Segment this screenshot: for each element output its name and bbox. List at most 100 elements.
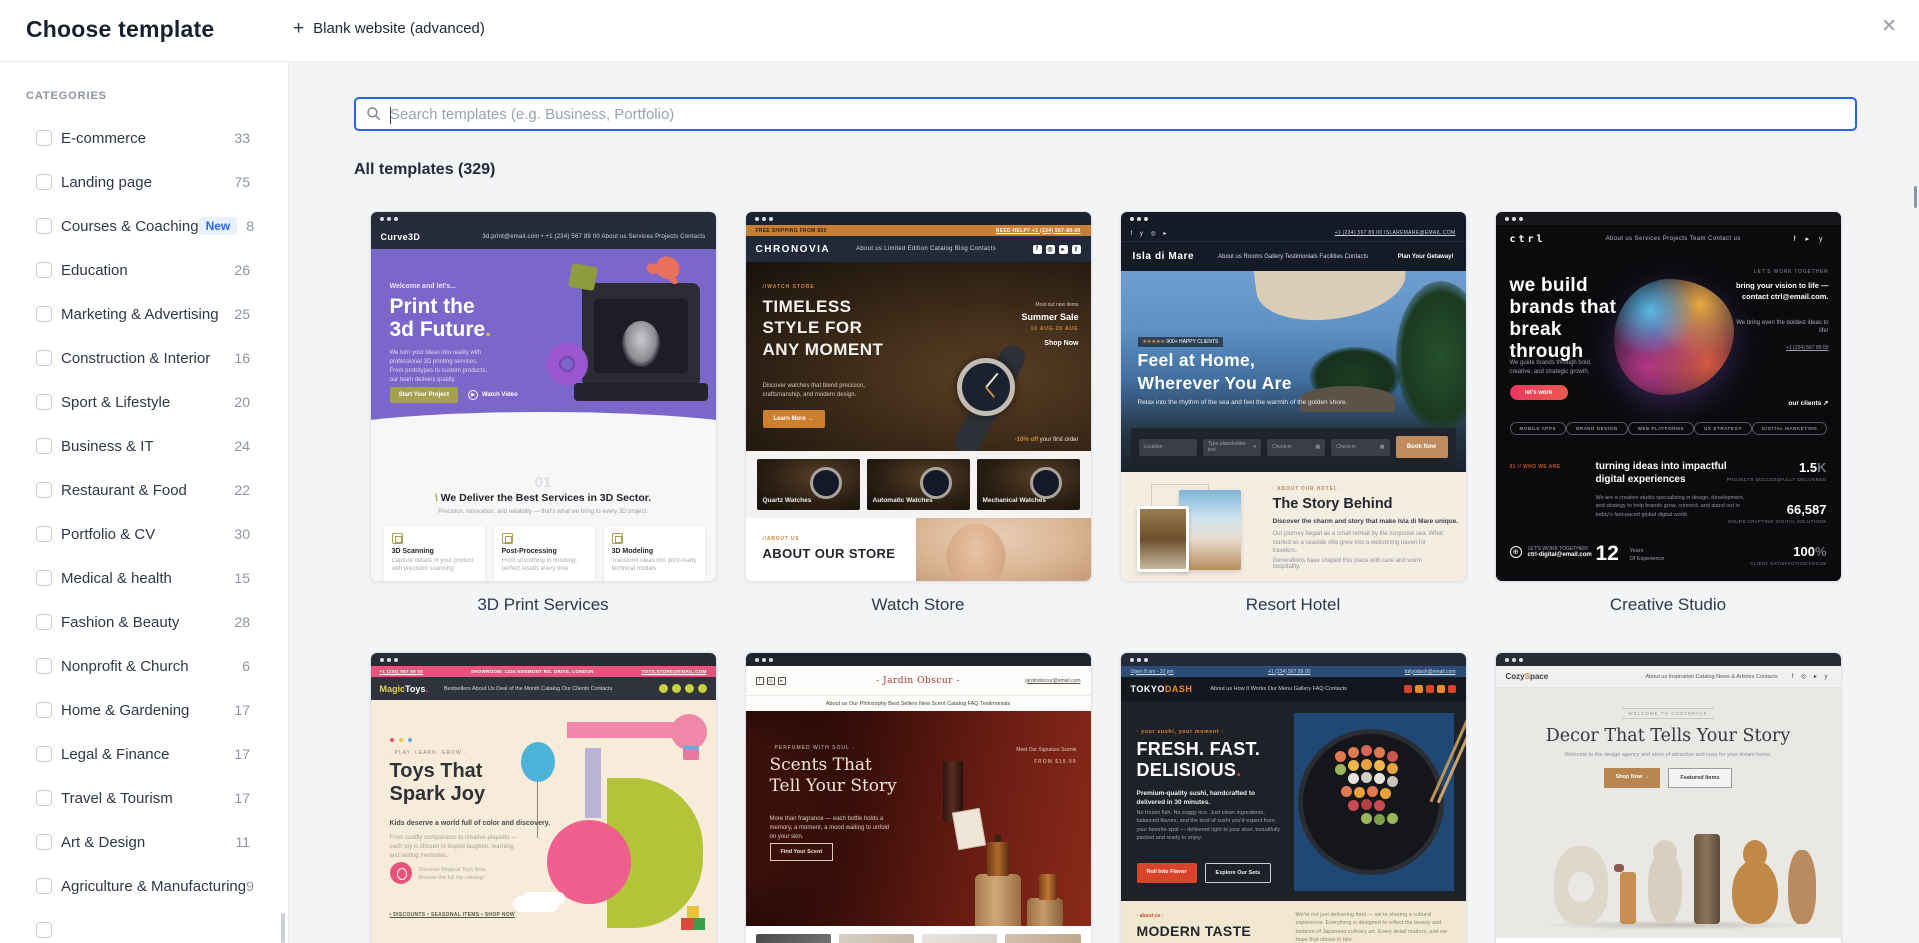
template-card-magictoys[interactable]: +1 (234) 567 89 00 SHOWROOM: 1234 KENMONT… [369,652,717,943]
category-item-landing-page[interactable]: Landing page 75 [0,160,288,204]
category-item-restaurant-food[interactable]: Restaurant & Food 22 [0,468,288,512]
template-card-tokyodash[interactable]: Open 8 am - 10 pm +1 (234) 567 89 00 tokyo… [1119,652,1467,943]
window-dots-icon [1504,216,1523,221]
checkbox[interactable] [36,218,52,234]
checkbox[interactable] [36,658,52,674]
play-icon: ▶ [467,390,478,400]
template-title: Creative Studio [1609,595,1727,614]
category-count: 9 [246,878,254,894]
checkbox[interactable] [36,746,52,762]
blank-website-button[interactable]: + Blank website (advanced) [293,19,485,38]
checkbox[interactable] [36,394,52,410]
calendar-icon: ▦ [1379,444,1385,450]
site-logo: ctrl [1509,233,1546,245]
checkbox[interactable] [36,526,52,542]
search-input[interactable] [390,105,1845,123]
category-item-partial[interactable] [0,908,288,943]
hero-button: Find Your Scent [769,843,834,861]
sushi-platter-graphic [1297,729,1444,875]
template-thumbnail[interactable]: CozySpace About us Inspiration Catalog N… [1494,652,1842,943]
page-scrollbar-thumb[interactable] [1914,186,1917,208]
balloon-graphic [520,742,555,838]
category-item-courses-coaching[interactable]: Courses & Coaching New 8 [0,204,288,248]
chevron-down-icon: ▾ [1253,444,1256,450]
checkbox[interactable] [36,834,52,850]
category-item-sport-lifestyle[interactable]: Sport & Lifestyle 20 [0,380,288,424]
blank-website-label: Blank website (advanced) [313,20,485,37]
bottle-graphic [1038,874,1057,900]
browser-bar [370,653,716,666]
category-item-home-gardening[interactable]: Home & Gardening 17 [0,688,288,732]
site-nav: About us Limited Edition Catalog Blog Co… [856,246,996,252]
checkbox[interactable] [36,878,52,894]
template-card-cozyspace[interactable]: CozySpace About us Inspiration Catalog N… [1494,652,1842,943]
booking-bar: Location Type placeholder text ▾ Check-in… [1130,428,1456,466]
checkbox[interactable] [36,702,52,718]
category-item-business-it[interactable]: Business & IT 24 [0,424,288,468]
checkbox[interactable] [36,614,52,630]
category-item-fashion-beauty[interactable]: Fashion & Beauty 28 [0,600,288,644]
template-card-3d-print-services[interactable]: Curve3D 3d.print@email.com • +1 (234) 56… [369,211,717,615]
hero-button: Roll Into Flavor [1136,863,1197,883]
categories-heading: CATEGORIES [26,90,107,102]
social-icons [1403,685,1456,693]
category-item-legal-finance[interactable]: Legal & Finance 17 [0,732,288,776]
sidebar-scrollbar-thumb[interactable] [281,913,285,943]
template-card-creative-studio[interactable]: ctrl About us Services Projects Team Con… [1494,211,1842,615]
browser-bar [370,212,716,225]
checkbox[interactable] [36,350,52,366]
site-nav: About us Our Philosophy Best Sellers New… [745,696,1091,711]
checkbox[interactable] [36,306,52,322]
category-item-nonprofit-church[interactable]: Nonprofit & Church 6 [0,644,288,688]
browser-bar [1495,212,1841,225]
template-card-resort-hotel[interactable]: f y ◎ ▸ +1 (234) 567 89 00 ISLAREMARE@EMA… [1119,211,1467,615]
category-item-travel-tourism[interactable]: Travel & Tourism 17 [0,776,288,820]
categories-sidebar: CATEGORIES E-commerce 33 Landing page 75 C… [0,62,289,943]
model-photo [915,518,1091,581]
process-icon [501,533,513,544]
checkbox[interactable] [36,790,52,806]
category-item-portfolio-cv[interactable]: Portfolio & CV 30 [0,512,288,556]
checkbox[interactable] [36,130,52,146]
checkbox[interactable] [36,482,52,498]
close-icon[interactable]: ✕ [1881,17,1897,36]
social-icons: f ◎ ▸ y [1791,674,1831,680]
template-thumbnail[interactable]: +1 (234) 567 89 00 SHOWROOM: 1234 KENMONT… [369,652,717,943]
category-item-marketing-advertising[interactable]: Marketing & Advertising 25 [0,292,288,336]
category-item-art-design[interactable]: Art & Design 11 [0,820,288,864]
template-card-watch-store[interactable]: FREE SHIPPING FROM $50 NEED HELP? +1 (234… [744,211,1092,615]
template-thumbnail[interactable]: f y ◎ ▸ +1 (234) 567 89 00 ISLAREMARE@EMA… [1119,211,1467,582]
browser-bar [1120,212,1466,225]
category-item-medical-health[interactable]: Medical & health 15 [0,556,288,600]
checkbox[interactable] [36,174,52,190]
site-nav: About us Inspiration Catalog News & Arti… [1645,673,1778,680]
hero-button: Featured Items [1668,768,1732,788]
checkbox[interactable] [36,438,52,454]
template-thumbnail[interactable]: Curve3D 3d.print@email.com • +1 (234) 56… [369,211,717,582]
checkbox[interactable] [36,262,52,278]
checkbox[interactable] [36,570,52,586]
template-thumbnail[interactable]: Open 8 am - 10 pm +1 (234) 567 89 00 tokyo… [1119,652,1467,943]
hero-button: Learn More → [762,410,825,428]
template-title: Watch Store [871,595,965,614]
category-item-ecommerce[interactable]: E-commerce 33 [0,116,288,160]
category-list: E-commerce 33 Landing page 75 Courses & Co… [0,116,288,943]
text-caret [390,107,391,124]
template-thumbnail[interactable]: f ◎ ▸ - Jardin Obscur - jardinobscur@email… [744,652,1092,943]
browser-bar [1495,653,1841,666]
template-thumbnail[interactable]: ctrl About us Services Projects Team Con… [1494,211,1842,582]
template-card-jardin-obscur[interactable]: f ◎ ▸ - Jardin Obscur - jardinobscur@email… [744,652,1092,943]
window-dots-icon [754,216,773,221]
umbrella-graphic [1251,271,1410,330]
social-icons: f ▸ y [1793,236,1827,243]
checkbox[interactable] [36,922,52,938]
category-item-agriculture-manufacturing[interactable]: Agriculture & Manufacturing 9 [0,864,288,908]
category-item-education[interactable]: Education 26 [0,248,288,292]
template-thumbnail[interactable]: FREE SHIPPING FROM $50 NEED HELP? +1 (234… [744,211,1092,582]
category-item-construction-interior[interactable]: Construction & Interior 16 [0,336,288,380]
category-count: 11 [235,834,250,850]
category-count: 30 [234,526,250,542]
bunny-icon [389,862,412,884]
site-logo: - Jardin Obscur - [876,675,960,686]
scan-icon [391,533,403,544]
